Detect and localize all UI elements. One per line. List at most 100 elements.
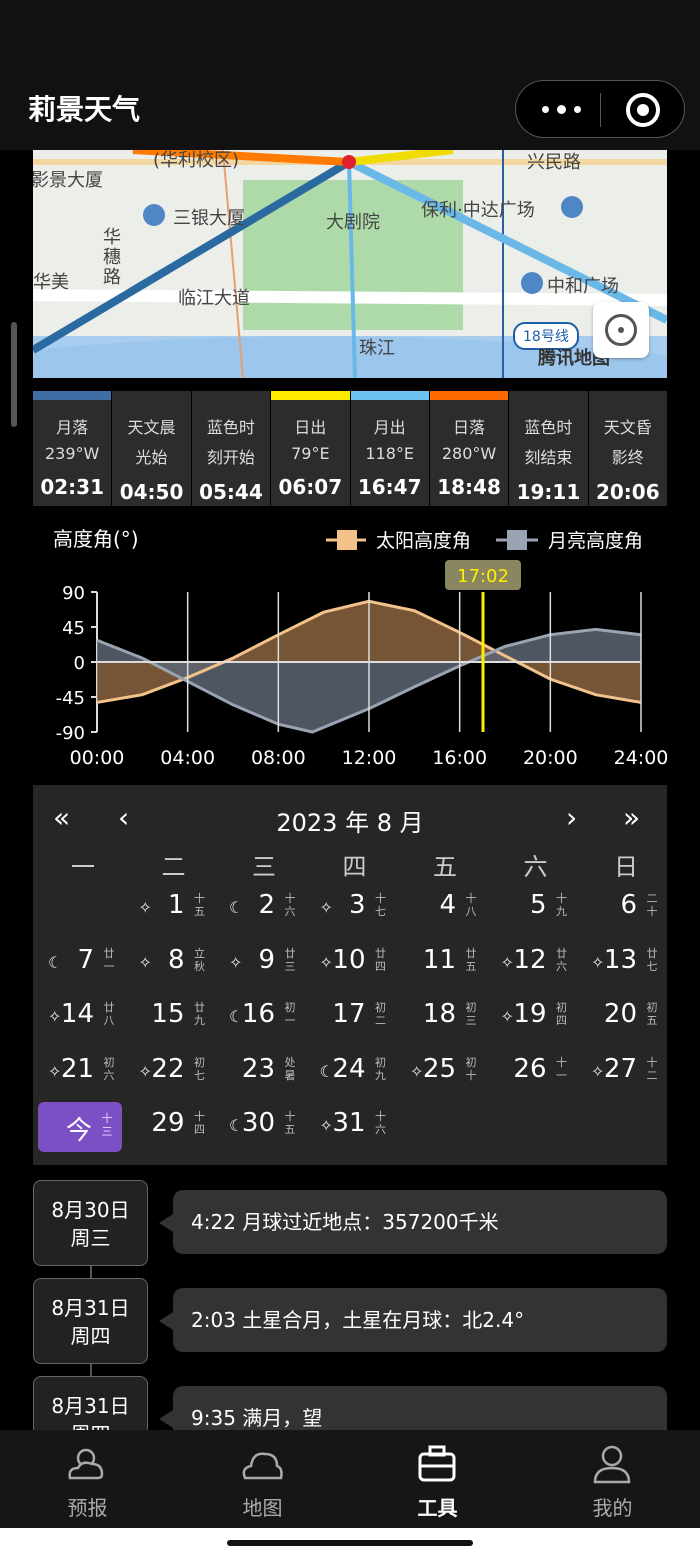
event-cell: 蓝色时 刻开始 05:44 [191, 391, 271, 506]
calendar-day[interactable]: ☾ 16 初一 [219, 991, 309, 1045]
lunar-date: 廿七 [646, 946, 658, 973]
tab-map[interactable]: 地图 [175, 1430, 350, 1528]
calendar-day[interactable]: ☾ 30 十五 [219, 1100, 309, 1154]
timeline-date-label: 8月31日 [51, 1394, 130, 1418]
scrollbar[interactable] [11, 322, 17, 427]
calendar-day[interactable]: ✧ 14 廿八 [38, 991, 128, 1045]
calendar-day[interactable]: 18 初三 [400, 991, 490, 1045]
moon-phase-icon: ☾ [229, 898, 244, 917]
calendar-day[interactable]: ✧ 13 廿七 [581, 937, 671, 991]
lunar-date: 廿五 [465, 946, 477, 973]
timeline-weekday: 周四 [70, 1324, 111, 1348]
calendar-day[interactable]: ☾ 2 十六 [219, 882, 309, 936]
event-time: 05:44 [199, 480, 263, 504]
y-tick-label: -45 [56, 688, 85, 709]
event-sub: 280°W [441, 444, 497, 463]
weekday-label: 四 [342, 853, 367, 881]
day-number: 21 [60, 1053, 94, 1084]
tab-forecast[interactable]: 预报 [0, 1430, 175, 1528]
day-number: 12 [513, 944, 547, 975]
planet-icon: ✧ [591, 1061, 605, 1081]
next-year-button[interactable]: » [623, 801, 640, 834]
calendar-day[interactable]: ✧ 3 十七 [310, 882, 400, 936]
day-number: 6 [620, 890, 637, 920]
y-tick-label: 0 [74, 653, 85, 674]
day-number: 7 [77, 944, 94, 975]
event-name: 天文昏 [603, 418, 652, 437]
calendar-day[interactable]: ☾ 24 初九 [310, 1046, 400, 1100]
lunar-date: 初三 [465, 1001, 477, 1027]
calendar-day[interactable]: 11 廿五 [400, 937, 490, 991]
tab-label: 地图 [242, 1496, 283, 1520]
planet-icon: ✧ [319, 1116, 333, 1135]
sun-moon-map[interactable]: (华利校区) 影景大厦 三银大厦 华穗路 大剧院 保利·中达广场 兴民路 华美 … [33, 150, 667, 378]
map-label: 影景大厦 [33, 170, 103, 191]
timeline-event[interactable]: 4:22 月球过近地点：357200千米 [159, 1190, 667, 1254]
event-name: 蓝色时 [206, 418, 255, 437]
capsule-divider [600, 93, 601, 127]
tab-mine[interactable]: 我的 [525, 1430, 700, 1528]
lunar-date: 处暑 [284, 1055, 296, 1082]
calendar-day[interactable]: 6 二十 [581, 882, 671, 936]
calendar-day[interactable]: 23 处暑 [219, 1046, 309, 1100]
calendar-day[interactable]: 26 十一 [491, 1046, 581, 1100]
x-tick-label: 00:00 [70, 747, 125, 769]
calendar-day[interactable]: 29 十四 [129, 1100, 219, 1154]
day-number: 24 [332, 1053, 366, 1084]
event-color-bar [589, 391, 667, 400]
day-number: 31 [332, 1108, 366, 1138]
home-indicator[interactable] [227, 1540, 473, 1546]
next-month-button[interactable]: › [566, 801, 577, 834]
weekday-label: 五 [433, 853, 457, 881]
lunar-date: 十八 [465, 892, 477, 918]
map-label: 华穗路 [103, 227, 121, 288]
calendar-day[interactable]: 5 十九 [491, 882, 581, 936]
map-label: 珠江 [359, 338, 395, 359]
calendar-day[interactable]: 4 十八 [400, 882, 490, 936]
calendar-day[interactable]: 17 初二 [310, 991, 400, 1045]
day-number: 3 [348, 890, 366, 920]
timeline-date: 8月30日 周三 [33, 1180, 148, 1266]
calendar-day[interactable]: ✧ 19 初四 [491, 991, 581, 1045]
day-number: 15 [151, 999, 185, 1029]
calendar-day[interactable]: ✧ 25 初十 [400, 1046, 490, 1100]
tab-tools[interactable]: 工具 [350, 1430, 525, 1528]
calendar-day[interactable]: ✧ 9 廿三 [219, 937, 309, 991]
calendar-day[interactable]: ✧ 21 初六 [38, 1046, 128, 1100]
calendar-day[interactable]: ✧ 22 初七 [129, 1046, 219, 1100]
event-time: 06:07 [278, 475, 343, 499]
lunar-date: 十六 [375, 1110, 386, 1136]
toolbox-icon [418, 1445, 456, 1482]
map-label: (华利校区) [153, 150, 240, 171]
event-time: 16:47 [357, 475, 422, 499]
locate-icon [605, 314, 637, 346]
lunar-date: 十三 [101, 1112, 113, 1138]
day-number: 19 [513, 999, 547, 1029]
calendar-day[interactable]: ✧ 27 十二 [581, 1046, 671, 1100]
calendar-day[interactable]: 15 廿九 [129, 991, 219, 1045]
day-number: 18 [422, 999, 456, 1029]
calendar-day[interactable]: ✧ 31 十六 [310, 1100, 400, 1154]
planet-icon: ✧ [319, 898, 333, 917]
calendar-day[interactable]: ✧ 1 十五 [129, 882, 219, 936]
lunar-date: 廿九 [194, 1001, 205, 1027]
timeline-event[interactable]: 2:03 土星合月，土星在月球：北2.4° [159, 1288, 667, 1352]
event-sub: 239°W [45, 444, 100, 463]
locate-button[interactable] [593, 302, 649, 358]
event-cell: 日落 280°W 18:48 [429, 391, 509, 506]
weekday-label: 三 [252, 853, 276, 881]
calendar-day-today[interactable]: 今十三 [38, 1102, 122, 1152]
lunar-date: 十五 [284, 1110, 296, 1136]
altitude-chart: 高度角(°) 太阳高度角 月亮高度角 90 45 0 -45 -90 00:00 04:00 08:… [0, 520, 700, 785]
event-name: 月出 [373, 418, 406, 437]
weather-icon [68, 1448, 104, 1480]
calendar-day[interactable]: ☾ 7 廿一 [38, 937, 128, 991]
close-target-icon[interactable] [626, 93, 660, 127]
calendar-day[interactable]: ✧ 12 廿六 [491, 937, 581, 991]
calendar-day[interactable]: ✧ 10 廿四 [310, 937, 400, 991]
calendar-day[interactable]: ✧ 8 立秋 [129, 937, 219, 991]
more-icon[interactable] [538, 99, 598, 119]
day-number: 23 [241, 1053, 275, 1084]
cloud-icon [242, 1452, 283, 1480]
calendar-day[interactable]: 20 初五 [581, 991, 671, 1045]
